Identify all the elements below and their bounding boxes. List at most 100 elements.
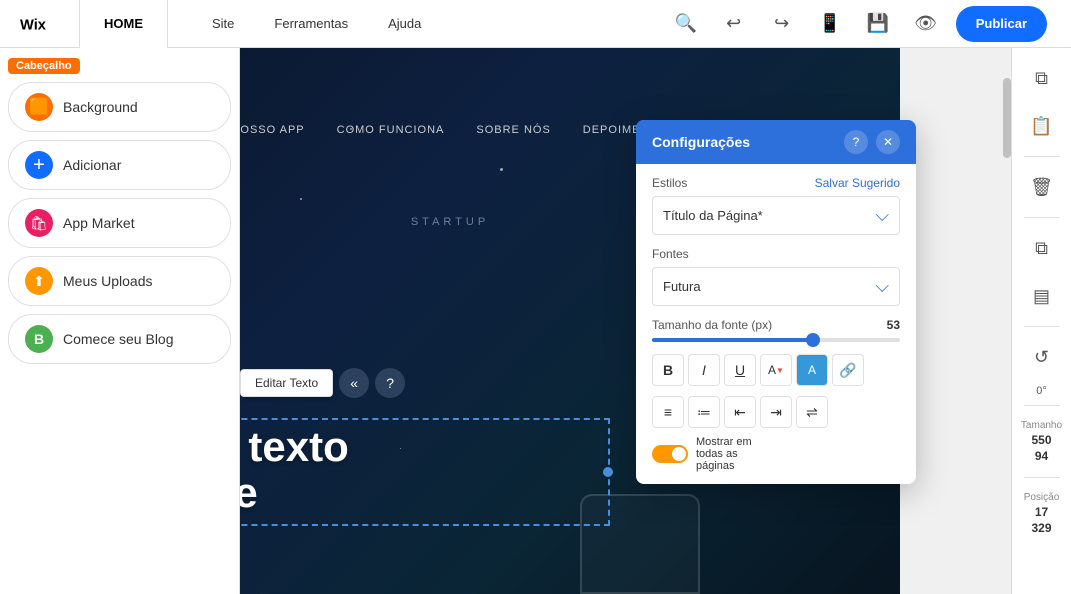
right-panel: ⧉ 📋 🗑 ⧉ ▤ ↺ 0° Tamanho 550 94 Posição 17… — [1011, 48, 1071, 594]
save-icon[interactable]: 💾 — [860, 6, 896, 42]
app-market-label: App Market — [63, 215, 135, 231]
estilos-row: Estilos Salvar Sugerido — [652, 176, 900, 190]
adicionar-label: Adicionar — [63, 157, 121, 173]
delete-icon[interactable]: 🗑 — [1020, 165, 1064, 209]
editar-texto-button[interactable]: Editar Texto — [240, 369, 333, 397]
mostrar-toggle[interactable] — [652, 445, 688, 463]
wix-logo: Wix — [0, 0, 80, 48]
sidebar-item-meus-uploads[interactable]: ⬆ Meus Uploads — [8, 256, 231, 306]
underline-button[interactable]: U — [724, 354, 756, 386]
nav-nosso-app: NOSSO APP — [231, 124, 304, 136]
redo-icon[interactable]: ↪ — [764, 6, 800, 42]
align-buttons-row: ≡ ≔ ⇤ ⇥ ⇌ — [652, 396, 900, 428]
fonte-dropdown[interactable]: Futura ⌵ — [652, 267, 900, 306]
topbar-icons: 🔍 ↩ ↪ 📱 💾 👁 Publicar — [668, 6, 1071, 42]
menu-site[interactable]: Site — [192, 0, 254, 48]
config-help-icon[interactable]: ? — [844, 130, 868, 154]
back-arrow-button[interactable]: « — [339, 368, 369, 398]
divider — [1024, 156, 1060, 157]
font-size-slider-row: Tamanho da fonte (px) 53 — [652, 318, 900, 342]
duplicate-icon[interactable]: ⧉ — [1020, 226, 1064, 270]
star-deco — [300, 198, 302, 200]
blog-icon: B — [25, 325, 53, 353]
tamanho-value: 550 — [1031, 433, 1051, 447]
scrollbar-thumb[interactable] — [1003, 78, 1011, 158]
fonte-dropdown-arrow-icon: ⌵ — [875, 276, 889, 297]
bold-button[interactable]: B — [652, 354, 684, 386]
slider-thumb[interactable] — [806, 333, 820, 347]
menu-ajuda[interactable]: Ajuda — [368, 0, 441, 48]
fonte-value: Futura — [663, 279, 701, 294]
posicao-y: 329 — [1031, 521, 1051, 535]
posicao-label: Posição — [1024, 492, 1060, 503]
topbar: Wix HOME Site Ferramentas Ajuda 🔍 ↩ ↪ 📱 … — [0, 0, 1071, 48]
zoom-icon[interactable]: 🔍 — [668, 6, 704, 42]
slider-label-row: Tamanho da fonte (px) 53 — [652, 318, 900, 332]
config-header: Configurações ? ✕ — [636, 120, 916, 164]
layers-icon[interactable]: ▤ — [1020, 274, 1064, 318]
mobile-icon[interactable]: 📱 — [812, 6, 848, 42]
sidebar-item-background[interactable]: 🟧 Background — [8, 82, 231, 132]
text-direction-button[interactable]: ⇌ — [796, 396, 828, 428]
menu-ferramentas[interactable]: Ferramentas — [254, 0, 368, 48]
config-body: Estilos Salvar Sugerido Título da Página… — [636, 164, 916, 484]
resize-handle[interactable] — [603, 467, 613, 477]
home-tab-label: HOME — [104, 16, 143, 31]
font-color-button[interactable]: A▼ — [760, 354, 792, 386]
publish-button[interactable]: Publicar — [956, 6, 1047, 42]
home-tab[interactable]: HOME — [80, 0, 168, 48]
fontes-row: Fontes — [652, 247, 900, 261]
toggle-knob — [672, 447, 686, 461]
divider — [1024, 477, 1060, 478]
tamanho-label: Tamanho — [1021, 420, 1062, 431]
sidebar-item-app-market[interactable]: 🛍 App Market — [8, 198, 231, 248]
tamanho-fonte-label: Tamanho da fonte (px) — [652, 318, 772, 332]
paste-icon[interactable]: 📋 — [1020, 104, 1064, 148]
startup-text: STARTUP — [411, 216, 489, 228]
titulo-pagina-dropdown[interactable]: Título da Página* ⌵ — [652, 196, 900, 235]
background-icon: 🟧 — [25, 93, 53, 121]
divider — [1024, 405, 1060, 406]
indent-right-button[interactable]: ⇥ — [760, 396, 792, 428]
posicao-x: 17 — [1035, 505, 1048, 519]
fontes-label: Fontes — [652, 247, 689, 261]
align-left-button[interactable]: ≡ — [652, 396, 684, 428]
mostrar-toggle-section: Mostrar emtodas aspáginas — [652, 436, 900, 472]
salvar-sugerido-link[interactable]: Salvar Sugerido — [815, 176, 900, 190]
divider — [1024, 326, 1060, 327]
sidebar-item-blog[interactable]: B Comece seu Blog — [8, 314, 231, 364]
background-label: Background — [63, 99, 138, 115]
link-button[interactable]: 🔗 — [832, 354, 864, 386]
copy-icon[interactable]: ⧉ — [1020, 56, 1064, 100]
rotate-icon[interactable]: ↺ — [1020, 335, 1064, 379]
preview-icon[interactable]: 👁 — [908, 6, 944, 42]
app-market-icon: 🛍 — [25, 209, 53, 237]
left-panel: Cabeçalho 🟧 Background + Adicionar 🛍 App… — [0, 48, 240, 594]
slider-track[interactable] — [652, 338, 900, 342]
star-deco — [500, 168, 503, 171]
tamanho-fonte-value: 53 — [887, 318, 900, 332]
slider-fill — [652, 338, 813, 342]
highlight-button[interactable]: A — [796, 354, 828, 386]
text-toolbar: Editar Texto « ? — [240, 368, 405, 398]
config-header-icons: ? ✕ — [844, 130, 900, 154]
divider — [1024, 217, 1060, 218]
add-icon: + — [25, 151, 53, 179]
list-button[interactable]: ≔ — [688, 396, 720, 428]
scrollbar-track[interactable] — [1003, 48, 1011, 594]
blog-label: Comece seu Blog — [63, 331, 174, 347]
italic-button[interactable]: I — [688, 354, 720, 386]
degree-label: 0° — [1036, 385, 1047, 397]
indent-left-button[interactable]: ⇤ — [724, 396, 756, 428]
svg-text:Wix: Wix — [20, 17, 47, 32]
help-button[interactable]: ? — [375, 368, 405, 398]
sidebar-item-adicionar[interactable]: + Adicionar — [8, 140, 231, 190]
cabecalho-badge: Cabeçalho — [8, 58, 80, 74]
meus-uploads-label: Meus Uploads — [63, 273, 153, 289]
dropdown-arrow-icon: ⌵ — [875, 205, 889, 226]
estilos-label: Estilos — [652, 176, 687, 190]
format-buttons-row: B I U A▼ A 🔗 — [652, 354, 900, 386]
topbar-menu: Site Ferramentas Ajuda — [168, 0, 668, 48]
undo-icon[interactable]: ↩ — [716, 6, 752, 42]
config-close-icon[interactable]: ✕ — [876, 130, 900, 154]
